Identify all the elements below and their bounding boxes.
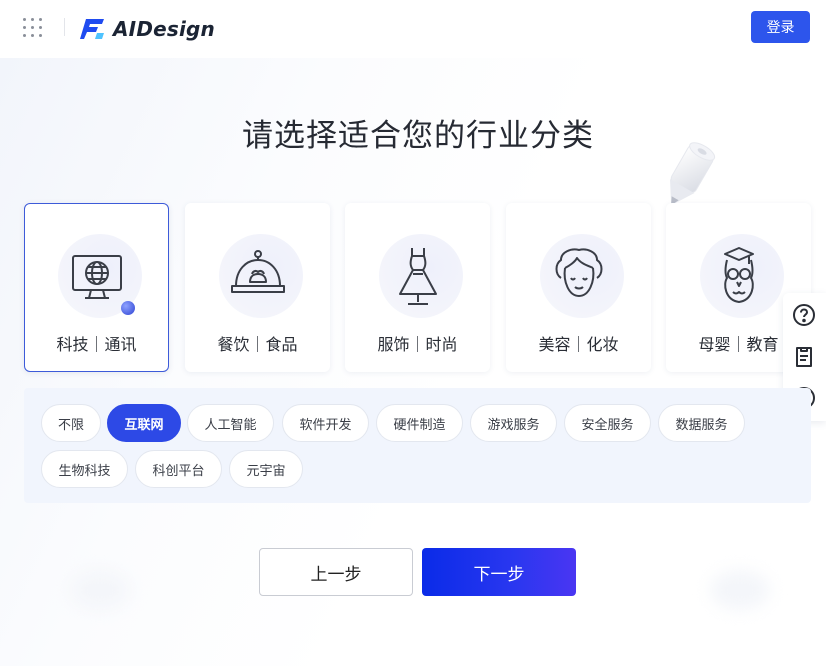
decorative-blur bbox=[70, 570, 130, 610]
owl-graduate-icon bbox=[724, 247, 754, 303]
subcategory-tag[interactable]: 软件开发 bbox=[282, 404, 369, 442]
subcategory-tag[interactable]: 元宇宙 bbox=[229, 450, 303, 488]
subcategory-tag[interactable]: 安全服务 bbox=[564, 404, 651, 442]
category-card-tech[interactable]: 科技｜通讯 bbox=[24, 203, 169, 372]
computer-globe-icon bbox=[72, 255, 122, 299]
category-label: 服饰｜时尚 bbox=[377, 335, 458, 354]
logo-text[interactable]: AIDesign bbox=[113, 17, 215, 41]
subcategory-tag[interactable]: 人工智能 bbox=[187, 404, 274, 442]
previous-step-button[interactable]: 上一步 bbox=[259, 548, 413, 596]
category-card-fashion[interactable]: 服饰｜时尚 bbox=[345, 203, 490, 372]
login-button[interactable]: 登录 bbox=[751, 11, 810, 43]
subcategory-tag[interactable]: 不限 bbox=[41, 404, 101, 442]
subcategory-panel: 不限 互联网 人工智能 软件开发 硬件制造 游戏服务 安全服务 数据服务 生物科… bbox=[24, 388, 811, 503]
selected-indicator-dot bbox=[121, 301, 135, 315]
subcategory-tag-active[interactable]: 互联网 bbox=[107, 404, 181, 442]
aidesign-logo-icon bbox=[80, 19, 104, 39]
woman-face-icon bbox=[555, 248, 603, 297]
grid-dots-icon[interactable] bbox=[23, 18, 43, 38]
document-icon[interactable] bbox=[792, 345, 816, 369]
help-icon[interactable] bbox=[792, 303, 816, 327]
next-step-button[interactable]: 下一步 bbox=[422, 548, 576, 596]
subcategory-tag[interactable]: 硬件制造 bbox=[376, 404, 463, 442]
header-divider bbox=[64, 18, 65, 36]
category-label: 餐饮｜食品 bbox=[217, 335, 298, 354]
subcategory-tag[interactable]: 科创平台 bbox=[135, 450, 222, 488]
category-label: 美容｜化妆 bbox=[538, 335, 619, 354]
category-label: 科技｜通讯 bbox=[56, 335, 137, 354]
category-card-food[interactable]: 餐饮｜食品 bbox=[185, 203, 330, 372]
decorative-blur bbox=[710, 570, 770, 610]
subcategory-tag[interactable]: 生物科技 bbox=[41, 450, 128, 488]
dress-mannequin-icon bbox=[399, 248, 437, 305]
food-cloche-icon bbox=[231, 250, 285, 293]
top-header: AIDesign 登录 bbox=[0, 0, 826, 58]
subcategory-tag[interactable]: 游戏服务 bbox=[470, 404, 557, 442]
subcategory-tag[interactable]: 数据服务 bbox=[658, 404, 745, 442]
category-card-beauty[interactable]: 美容｜化妆 bbox=[506, 203, 651, 372]
